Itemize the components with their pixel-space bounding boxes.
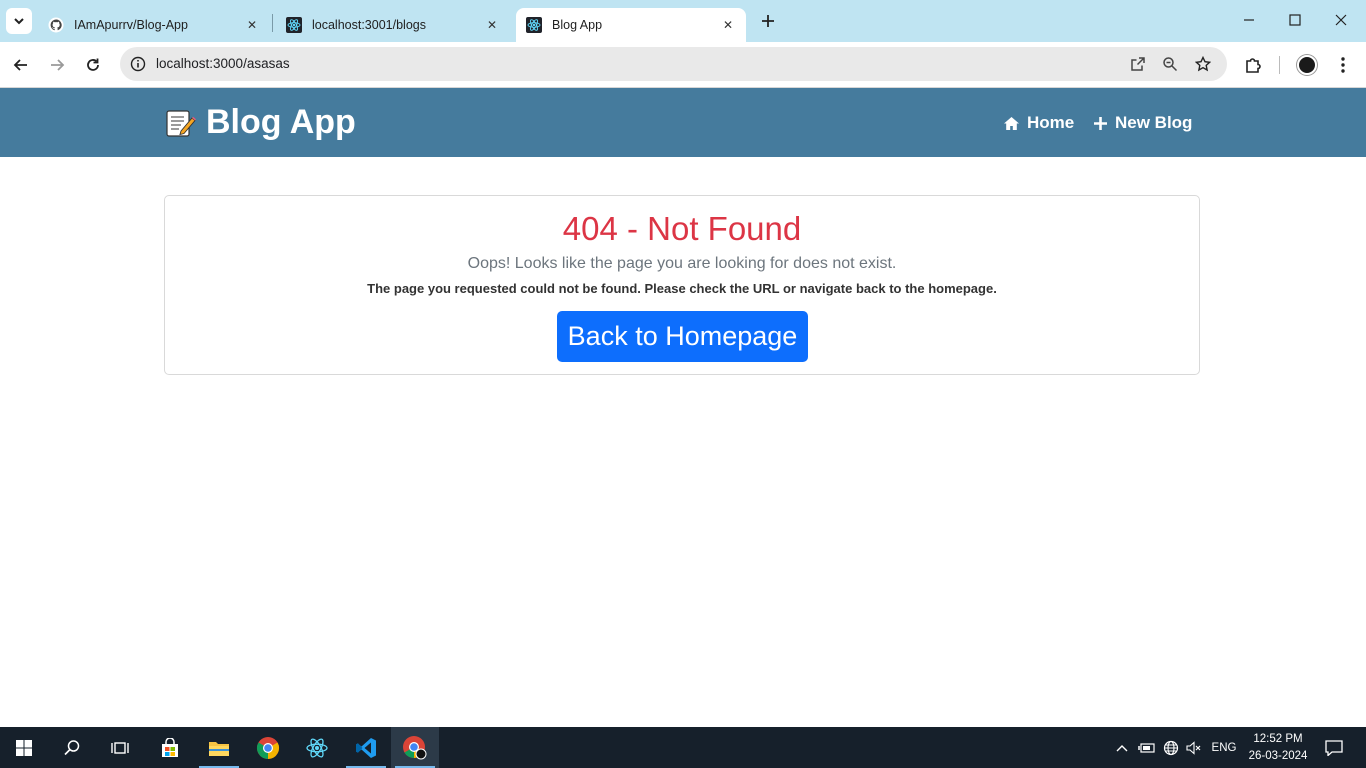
network-indicator[interactable]	[1160, 727, 1182, 768]
forward-button[interactable]	[42, 50, 72, 80]
minimize-button[interactable]	[1226, 0, 1272, 40]
browser-tab-strip: IAmApurrv/Blog-App ✕ localhost:3001/blog…	[0, 0, 1366, 42]
nav-new-blog-label: New Blog	[1115, 113, 1193, 132]
react-icon	[526, 17, 542, 33]
puzzle-icon	[1246, 58, 1261, 73]
taskbar-store[interactable]	[146, 727, 194, 768]
taskbar-chrome-profile[interactable]	[391, 727, 439, 768]
browser-tab-blog-app[interactable]: Blog App ✕	[516, 8, 746, 42]
chrome-icon	[257, 736, 279, 759]
nav-new-blog-link[interactable]: New Blog	[1093, 113, 1192, 133]
error-title: 404 - Not Found	[562, 210, 802, 247]
react-icon	[286, 17, 302, 33]
bookmark-star-icon[interactable]	[1190, 52, 1216, 76]
tray-overflow-button[interactable]	[1112, 727, 1132, 768]
nav-home-link[interactable]: Home	[1003, 113, 1074, 133]
extensions-button[interactable]	[1238, 50, 1268, 80]
tab-title: localhost:3001/blogs	[312, 18, 426, 32]
clock-date: 26-03-2024	[1248, 750, 1308, 762]
speaker-muted-icon	[1186, 740, 1201, 755]
volume-indicator[interactable]	[1183, 727, 1205, 768]
error-lead: Oops! Looks like the page you are lookin…	[467, 255, 897, 272]
browser-tab-blogs[interactable]: localhost:3001/blogs ✕	[276, 8, 510, 42]
close-icon[interactable]: ✕	[242, 15, 262, 35]
arrow-left-icon	[13, 59, 27, 71]
store-icon	[162, 737, 178, 757]
taskbar-react-app[interactable]	[293, 727, 341, 768]
taskbar-chrome[interactable]	[244, 727, 292, 768]
tab-title: Blog App	[552, 18, 603, 32]
tab-separator	[272, 14, 273, 32]
taskbar-vscode[interactable]	[342, 727, 390, 768]
task-view-icon	[111, 741, 129, 754]
close-window-button[interactable]	[1318, 0, 1364, 40]
close-icon[interactable]: ✕	[718, 15, 738, 35]
app-navbar: Blog App Home New Blog	[0, 88, 1366, 157]
vscode-icon	[356, 737, 376, 758]
site-info-icon[interactable]	[126, 52, 150, 76]
notification-center-button[interactable]	[1318, 727, 1350, 768]
avatar	[1297, 55, 1317, 75]
kebab-menu-icon	[1341, 57, 1345, 73]
taskbar-search-button[interactable]	[48, 727, 96, 768]
file-explorer-icon	[209, 741, 229, 756]
back-to-homepage-button[interactable]: Back to Homepage	[557, 311, 808, 362]
browser-tab-github[interactable]: IAmApurrv/Blog-App ✕	[38, 8, 270, 42]
reload-button[interactable]	[78, 50, 108, 80]
toolbar-divider	[1279, 56, 1280, 74]
home-icon	[1004, 116, 1019, 130]
arrow-right-icon	[51, 59, 65, 71]
brand-link[interactable]: Blog App	[164, 103, 356, 142]
reload-icon	[87, 58, 99, 71]
zoom-icon[interactable]	[1157, 52, 1183, 76]
tab-search-button[interactable]	[6, 8, 32, 34]
taskbar-file-explorer[interactable]	[195, 727, 243, 768]
battery-icon	[1138, 742, 1155, 753]
brand-title: Blog App	[206, 103, 356, 141]
error-description: The page you requested could not be foun…	[367, 281, 997, 296]
maximize-icon	[1289, 14, 1301, 26]
battery-indicator[interactable]	[1136, 727, 1158, 768]
windows-taskbar: ENG 12:52 PM 26-03-2024	[0, 727, 1366, 768]
tab-title: IAmApurrv/Blog-App	[74, 18, 188, 32]
react-devtools-icon	[306, 737, 328, 758]
globe-icon	[1163, 740, 1179, 755]
nav-home-label: Home	[1027, 113, 1075, 132]
chevron-up-icon	[1116, 744, 1128, 751]
back-button[interactable]	[6, 50, 36, 80]
close-icon[interactable]: ✕	[482, 15, 502, 35]
browser-toolbar: localhost:3000/asasas	[0, 42, 1366, 88]
url-text: localhost:3000/asasas	[156, 56, 290, 71]
github-icon	[48, 17, 64, 33]
start-button[interactable]	[0, 727, 48, 768]
taskbar-clock[interactable]: 12:52 PM 26-03-2024	[1244, 731, 1312, 765]
profile-button[interactable]	[1292, 50, 1322, 80]
search-icon	[64, 739, 80, 755]
close-icon	[1335, 14, 1347, 26]
chrome-profile-icon	[403, 735, 427, 759]
language-indicator[interactable]: ENG	[1208, 727, 1240, 768]
memo-icon	[166, 109, 196, 137]
clock-time: 12:52 PM	[1253, 733, 1303, 745]
not-found-card: 404 - Not Found Oops! Looks like the pag…	[164, 195, 1200, 375]
chevron-down-icon	[14, 18, 24, 25]
maximize-button[interactable]	[1272, 0, 1318, 40]
notification-icon	[1325, 739, 1343, 756]
new-tab-button[interactable]	[756, 9, 780, 33]
plus-icon	[1094, 116, 1107, 130]
browser-menu-button[interactable]	[1328, 50, 1358, 80]
plus-icon	[762, 15, 774, 27]
minimize-icon	[1244, 19, 1254, 21]
address-bar[interactable]: localhost:3000/asasas	[120, 47, 1227, 81]
task-view-button[interactable]	[96, 727, 144, 768]
windows-start-icon	[16, 739, 32, 756]
open-in-app-icon[interactable]	[1125, 52, 1151, 76]
